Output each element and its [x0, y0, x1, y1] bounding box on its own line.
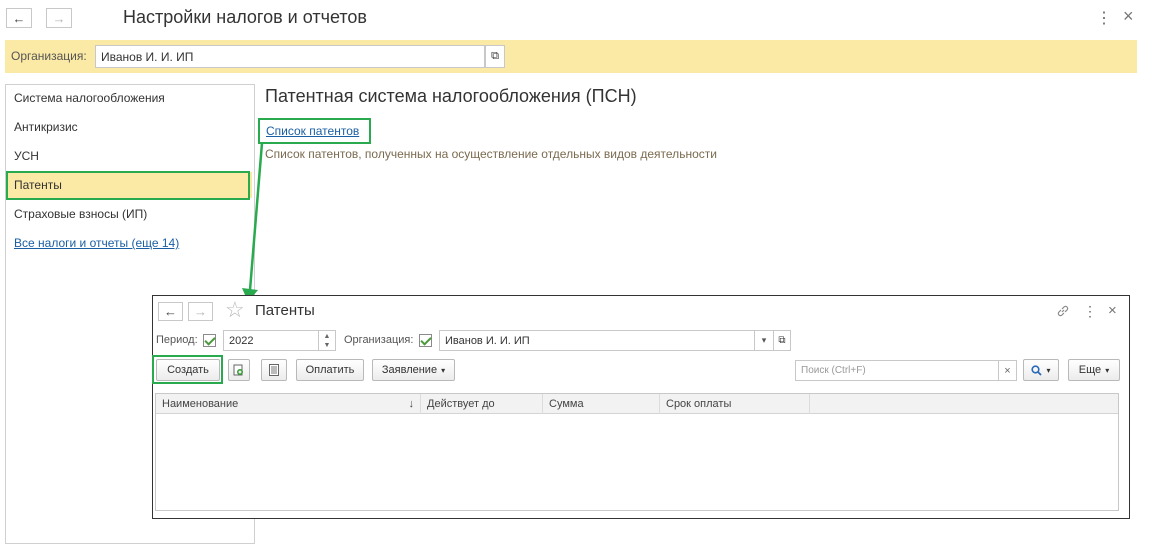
column-header-name[interactable]: Наименование ↓ — [156, 394, 421, 414]
statement-label: Заявление — [381, 364, 438, 376]
list-settings-button[interactable] — [261, 359, 287, 381]
organization-dropdown-icon[interactable]: ▾ — [754, 330, 774, 351]
sidebar-item-usn[interactable]: УСН — [6, 143, 252, 169]
popup-forward-button[interactable]: → — [188, 302, 213, 321]
patents-table: Наименование ↓ Действует до Сумма Срок о… — [155, 393, 1119, 511]
organization-checkbox[interactable] — [419, 334, 432, 347]
popup-back-button[interactable]: ← — [158, 302, 183, 321]
forward-button[interactable]: → — [46, 8, 72, 28]
period-stepper[interactable]: ▲ ▼ — [318, 330, 336, 351]
popup-more-menu-icon[interactable]: ⋮ — [1083, 303, 1097, 320]
section-heading: Патентная система налогообложения (ПСН) — [265, 86, 637, 106]
more-label: Еще — [1078, 364, 1102, 376]
create-highlight — [152, 355, 223, 384]
popup-close-icon[interactable]: × — [1108, 302, 1117, 319]
search-chevron-icon: ▾ — [1046, 365, 1051, 375]
copy-button[interactable] — [228, 359, 250, 381]
patents-highlight — [6, 171, 250, 200]
organization-filter-label: Организация: — [344, 334, 414, 346]
organization-label: Организация: — [11, 49, 87, 63]
close-icon[interactable]: × — [1123, 6, 1134, 27]
column-header-payment-due[interactable]: Срок оплаты — [660, 394, 810, 414]
organization-field[interactable]: Иванов И. И. ИП — [95, 45, 485, 68]
search-button[interactable]: ▾ — [1023, 359, 1059, 381]
list-icon — [269, 364, 279, 376]
link-icon[interactable] — [1056, 304, 1070, 318]
popup-organization-open-icon[interactable]: ⧉ — [773, 330, 791, 351]
all-taxes-link[interactable]: Все налоги и отчеты (еще 14) — [6, 230, 252, 256]
patent-list-description: Список патентов, полученных на осуществл… — [265, 147, 717, 161]
sidebar-item-anticrisis[interactable]: Антикризис — [6, 114, 252, 140]
search-clear-icon[interactable]: × — [998, 360, 1017, 381]
period-label: Период: — [156, 334, 198, 346]
more-menu-icon[interactable]: ⋮ — [1096, 8, 1112, 28]
more-button[interactable]: Еще ▾ — [1068, 359, 1120, 381]
page-title: Настройки налогов и отчетов — [123, 7, 367, 27]
popup-title: Патенты — [255, 302, 315, 319]
sort-down-icon: ↓ — [408, 398, 415, 410]
column-header-amount[interactable]: Сумма — [543, 394, 660, 414]
popup-organization-field[interactable]: Иванов И. И. ИП — [439, 330, 755, 351]
back-button[interactable]: ← — [6, 8, 32, 28]
search-input[interactable]: Поиск (Ctrl+F) — [795, 360, 999, 381]
favorite-star-icon[interactable]: ☆ — [225, 297, 245, 323]
column-header-name-label: Наименование — [162, 398, 239, 410]
statement-button[interactable]: Заявление ▾ — [372, 359, 455, 381]
table-header: Наименование ↓ Действует до Сумма Срок о… — [156, 394, 1118, 414]
organization-open-icon[interactable]: ⧉ — [485, 45, 505, 68]
sidebar-item-insurance[interactable]: Страховые взносы (ИП) — [6, 201, 252, 227]
pointer-arrow — [242, 142, 264, 302]
pay-button[interactable]: Оплатить — [296, 359, 364, 381]
search-icon — [1031, 364, 1043, 376]
more-chevron-icon: ▾ — [1105, 365, 1110, 375]
sidebar-item-tax-system[interactable]: Система налогообложения — [6, 85, 252, 111]
period-checkbox[interactable] — [203, 334, 216, 347]
patent-list-highlight — [258, 118, 371, 144]
period-field[interactable]: 2022 — [223, 330, 319, 351]
statement-chevron-icon: ▾ — [441, 365, 446, 375]
column-header-valid-until[interactable]: Действует до — [421, 394, 543, 414]
copy-icon — [233, 364, 243, 375]
